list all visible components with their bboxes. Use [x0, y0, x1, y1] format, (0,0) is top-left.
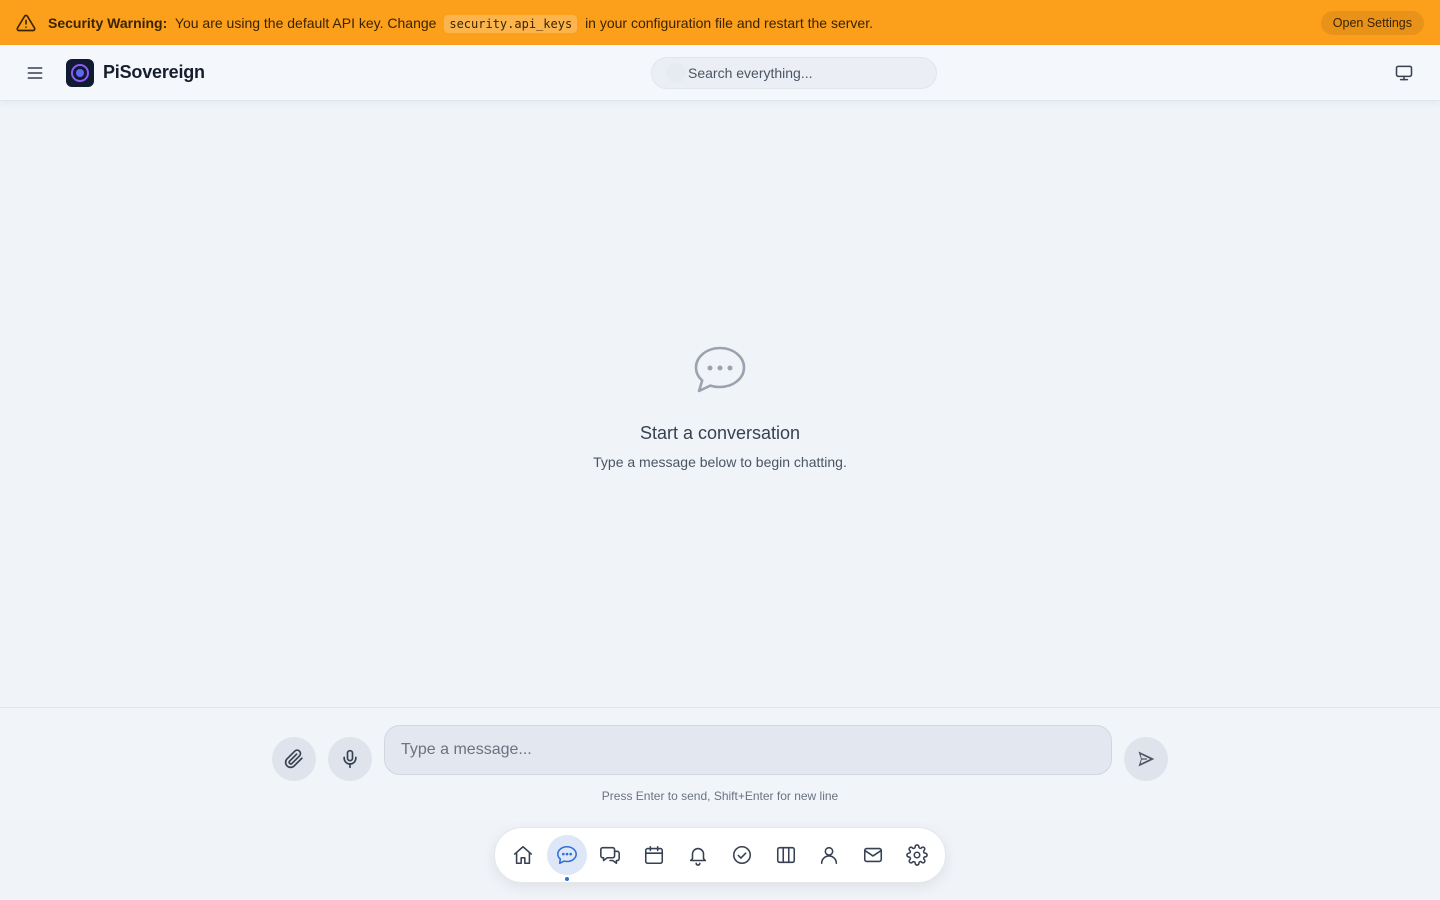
conversations-icon	[600, 846, 621, 865]
dock-contacts[interactable]	[810, 835, 850, 875]
dock-calendar[interactable]	[634, 835, 674, 875]
user-icon	[821, 846, 838, 865]
dock-conversations[interactable]	[591, 835, 631, 875]
mail-icon	[864, 847, 883, 863]
banner-message: Security Warning: You are using the defa…	[48, 14, 1321, 33]
app-header: PiSovereign	[0, 45, 1440, 101]
dock-mail[interactable]	[853, 835, 893, 875]
send-button[interactable]	[1124, 737, 1168, 781]
chat-bubble-icon	[694, 346, 746, 393]
security-warning-banner: Security Warning: You are using the defa…	[0, 0, 1440, 45]
chat-icon	[556, 845, 577, 865]
voice-button[interactable]	[328, 737, 372, 781]
warning-triangle-icon	[16, 13, 36, 33]
app-logo[interactable]	[66, 58, 94, 87]
paperclip-icon	[284, 749, 303, 769]
banner-text-after: in your configuration file and restart t…	[585, 14, 873, 31]
send-icon	[1138, 751, 1155, 767]
empty-state-title: Start a conversation	[639, 423, 801, 443]
dock-settings[interactable]	[897, 835, 937, 875]
calendar-icon	[645, 845, 664, 865]
banner-title: Security Warning:	[48, 14, 168, 31]
search-icon	[666, 63, 686, 83]
brand-name[interactable]: PiSovereign	[103, 62, 205, 83]
message-composer: Press Enter to send, Shift+Enter for new…	[0, 707, 1440, 822]
gear-icon	[906, 844, 928, 866]
global-search[interactable]	[651, 57, 937, 89]
composer-hint: Press Enter to send, Shift+Enter for new…	[601, 789, 839, 803]
microphone-icon	[343, 749, 357, 769]
banner-code: security.api_keys	[444, 14, 578, 33]
search-input[interactable]	[688, 65, 928, 81]
columns-icon	[776, 846, 795, 864]
monitor-icon[interactable]	[1394, 63, 1416, 83]
dock-notifications[interactable]	[678, 835, 718, 875]
dock-chat[interactable]	[546, 835, 587, 881]
open-settings-button[interactable]: Open Settings	[1320, 10, 1424, 35]
attach-button[interactable]	[272, 737, 316, 781]
banner-text-before: You are using the default API key. Chang…	[174, 14, 437, 31]
bell-icon	[689, 847, 707, 866]
home-icon	[513, 845, 532, 865]
empty-state-subtitle: Type a message below to begin chatting.	[593, 454, 847, 470]
message-input[interactable]	[384, 725, 1112, 775]
dock-home[interactable]	[503, 835, 543, 875]
empty-state: Start a conversation Type a message belo…	[0, 345, 1440, 470]
dock-tasks[interactable]	[722, 835, 762, 875]
bottom-dock	[494, 827, 946, 883]
hamburger-menu-icon[interactable]	[24, 62, 46, 84]
check-circle-icon	[732, 845, 751, 865]
dock-board[interactable]	[766, 835, 806, 875]
